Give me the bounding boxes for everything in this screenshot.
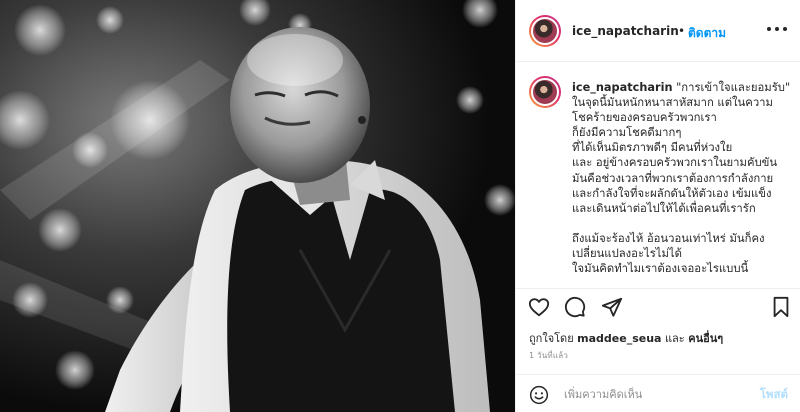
instagram-post: ice_napatcharin • ติดตาม ice_napatcharin… [0, 0, 800, 412]
header-username[interactable]: ice_napatcharin [572, 24, 679, 38]
avatar-image [531, 17, 559, 45]
post-caption: ice_napatcharin "การเข้าใจและยอมรับ" ในจ… [572, 80, 792, 276]
comments-section[interactable]: ice_napatcharin "การเข้าใจและยอมรับ" ในจ… [516, 62, 800, 288]
comment-icon[interactable] [564, 296, 586, 318]
liker-username[interactable]: maddee_seua [577, 332, 661, 345]
add-comment-bar: โพสต์ [516, 374, 800, 412]
post-side-panel: ice_napatcharin • ติดตาม ice_napatcharin… [515, 0, 800, 412]
comment-input[interactable] [564, 384, 734, 404]
post-photo[interactable] [0, 0, 515, 412]
action-icons-row [516, 289, 800, 325]
bookmark-icon[interactable] [771, 296, 791, 318]
caption-text: "การเข้าใจและยอมรับ" ในจุดนี้มันหนักหนาส… [572, 81, 791, 276]
more-options-icon[interactable] [767, 22, 787, 36]
avatar-image [531, 78, 559, 106]
share-icon[interactable] [601, 296, 623, 318]
caption-username[interactable]: ice_napatcharin [572, 81, 673, 94]
likes-others-link[interactable]: คนอื่นๆ [688, 332, 723, 345]
heart-icon[interactable] [528, 296, 550, 318]
likes-conjunction: และ [664, 332, 685, 345]
header-separator: • [678, 24, 686, 38]
likes-prefix: ถูกใจโดย [529, 332, 574, 345]
post-actions: ถูกใจโดย maddee_seua และ คนอื่นๆ 1 วันที… [516, 288, 800, 412]
post-timestamp[interactable]: 1 วันที่แล้ว [529, 349, 568, 362]
avatar[interactable] [529, 15, 561, 47]
post-comment-button[interactable]: โพสต์ [760, 386, 788, 404]
likes-summary: ถูกใจโดย maddee_seua และ คนอื่นๆ [529, 329, 723, 347]
follow-button[interactable]: ติดตาม [688, 24, 726, 43]
caption-avatar[interactable] [529, 76, 561, 108]
emoji-icon[interactable] [529, 385, 549, 405]
post-photo-image [0, 0, 515, 412]
post-header: ice_napatcharin • ติดตาม [516, 0, 800, 62]
